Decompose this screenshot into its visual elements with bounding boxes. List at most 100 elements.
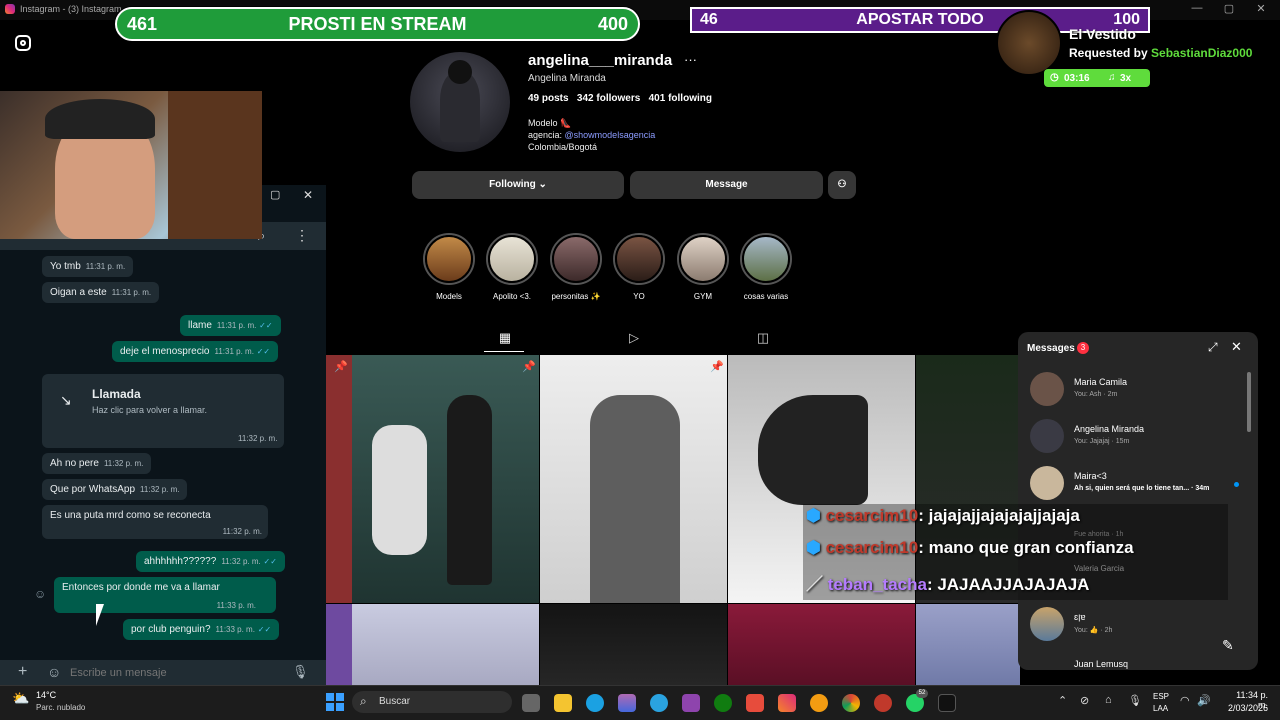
message-input[interactable] xyxy=(70,663,280,682)
copilot-icon[interactable] xyxy=(618,694,636,712)
scrollbar[interactable] xyxy=(1247,372,1251,432)
instagram-icon[interactable] xyxy=(778,694,796,712)
add-icon[interactable]: + xyxy=(18,663,27,681)
message-bubble[interactable]: llame 11:31 p. m. ✓✓ xyxy=(180,315,281,336)
maximize-icon[interactable]: ▢ xyxy=(1220,2,1238,16)
menu-icon[interactable]: ⋮ xyxy=(295,227,309,244)
highlight-gym[interactable] xyxy=(677,233,729,285)
language-1[interactable]: ESP xyxy=(1153,692,1169,701)
new-message-icon[interactable]: ✎ xyxy=(1222,637,1234,654)
system-tray-icon[interactable]: ⊘ xyxy=(1080,694,1089,707)
message-bubble[interactable]: Ah no pere 11:32 p. m. xyxy=(42,453,152,474)
taskbar-search[interactable]: ⌕ Buscar xyxy=(352,691,512,713)
posts-count[interactable]: 49 posts xyxy=(528,93,569,104)
profile-fullname: Angelina Miranda xyxy=(528,73,606,84)
close-icon[interactable]: ✕ xyxy=(1231,339,1242,355)
post-thumbnail[interactable] xyxy=(352,604,539,685)
message-composer: + ☺ 🎙 xyxy=(0,660,326,685)
post-thumbnail[interactable] xyxy=(326,355,352,603)
message-bubble[interactable]: ahhhhhh?????? 11:32 p. m. ✓✓ xyxy=(136,551,285,572)
poll-bar-left: 461 PROSTI EN STREAM 400 xyxy=(115,7,640,41)
message-text: Es una puta mrd como se reconecta xyxy=(50,510,211,521)
volume-icon[interactable]: 🔊 xyxy=(1197,694,1211,707)
followers-count[interactable]: 342 followers xyxy=(577,93,640,104)
highlight-label: personitas ✨ xyxy=(551,292,601,301)
microphone-icon[interactable]: 🎙 xyxy=(292,664,309,680)
message-bubble[interactable]: Que por WhatsApp 11:32 p. m. xyxy=(42,479,188,500)
message-bubble[interactable]: Yo tmb 11:31 p. m. xyxy=(42,256,134,277)
emoji-react-icon[interactable]: ☺ xyxy=(34,587,46,601)
highlight-label: Models xyxy=(436,292,462,301)
double-check-icon: ✓✓ xyxy=(263,557,277,566)
xbox-icon[interactable] xyxy=(714,694,732,712)
missed-call-icon: ↘ xyxy=(60,392,72,408)
task-view-icon[interactable] xyxy=(522,694,540,712)
expand-icon[interactable]: ⤢ xyxy=(1208,340,1218,355)
emoji-icon[interactable]: ☺ xyxy=(47,664,61,680)
following-count[interactable]: 401 following xyxy=(649,93,712,104)
message-time: 11:31 p. m. xyxy=(214,347,254,356)
close-icon[interactable]: ✕ xyxy=(303,188,313,202)
message-time: 11:32 p. m. xyxy=(140,485,180,494)
message-time: 11:33 p. m. xyxy=(216,601,256,610)
edge-icon[interactable] xyxy=(586,694,604,712)
message-bubble[interactable]: Entonces por donde me va a llamar 11:33 p… xyxy=(54,577,276,613)
webcam-door xyxy=(168,91,262,239)
post-thumbnail[interactable] xyxy=(728,604,915,685)
highlight-yo[interactable] xyxy=(613,233,665,285)
chrome-icon[interactable] xyxy=(842,694,860,712)
message-bubble[interactable]: Es una puta mrd como se reconecta 11:32 p… xyxy=(42,505,268,539)
highlight-apolito[interactable] xyxy=(486,233,538,285)
close-icon[interactable]: ✕ xyxy=(1252,2,1270,16)
call-bubble[interactable]: ↘ Llamada Haz clic para volver a llamar.… xyxy=(42,374,284,448)
maximize-icon[interactable]: ▢ xyxy=(270,188,280,201)
grid-tab-icon[interactable]: ▦ xyxy=(497,330,513,346)
post-thumbnail[interactable] xyxy=(540,604,727,685)
post-thumbnail[interactable] xyxy=(326,604,352,685)
highlight-models[interactable] xyxy=(423,233,475,285)
message-text: Que por WhatsApp xyxy=(50,484,136,495)
add-person-icon[interactable]: ⚇ xyxy=(828,171,856,199)
tiktok-icon[interactable] xyxy=(938,694,956,712)
reels-tab-icon[interactable]: ▷ xyxy=(626,330,642,346)
app-icon[interactable] xyxy=(874,694,892,712)
tagged-tab-icon[interactable]: ◫ xyxy=(755,330,771,346)
weather-icon[interactable]: ⛅ xyxy=(12,690,29,707)
app-icon[interactable] xyxy=(810,694,828,712)
minimize-icon[interactable]: — xyxy=(1188,2,1206,16)
profile-avatar[interactable] xyxy=(410,52,510,152)
wifi-icon[interactable]: ◠ xyxy=(1180,694,1190,707)
message-button[interactable]: Message xyxy=(630,171,823,199)
clock-date[interactable]: 2/03/2026 xyxy=(1224,703,1268,713)
post-thumbnail[interactable] xyxy=(352,355,539,603)
telegram-icon[interactable] xyxy=(650,694,668,712)
message-bubble[interactable]: deje el menosprecio 11:31 p. m. ✓✓ xyxy=(112,341,279,362)
file-explorer-icon[interactable] xyxy=(554,694,572,712)
message-bubble[interactable]: por club penguin? 11:33 p. m. ✓✓ xyxy=(123,619,280,640)
chevron-up-icon[interactable]: ⌃ xyxy=(1058,694,1067,707)
microphone-icon[interactable]: 🎙 xyxy=(1128,694,1142,707)
chat-username: cesarcim10 xyxy=(825,506,919,525)
highlight-cosas-varias[interactable] xyxy=(740,233,792,285)
conversation-name: Juan Lemusq xyxy=(1074,659,1129,669)
post-thumbnail[interactable] xyxy=(916,604,1020,685)
app-icon[interactable] xyxy=(746,694,764,712)
highlight-label: cosas varias xyxy=(743,292,789,301)
agency-link[interactable]: @showmodelsagencia xyxy=(565,130,656,140)
webcam-cap xyxy=(45,99,155,139)
chat-text: : JAJAAJJAJAJAJA xyxy=(926,575,1090,594)
network-icon[interactable]: ⌂ xyxy=(1105,694,1112,706)
song-time: 03:16 xyxy=(1064,73,1090,84)
instagram-logo-icon[interactable] xyxy=(15,35,31,51)
app-icon[interactable] xyxy=(682,694,700,712)
highlight-personitas[interactable] xyxy=(550,233,602,285)
post-thumbnail[interactable] xyxy=(540,355,727,603)
pin-icon: 📌 xyxy=(522,361,536,373)
start-icon[interactable] xyxy=(326,693,344,711)
unread-dot xyxy=(1234,482,1239,487)
more-options-icon[interactable]: ··· xyxy=(684,52,697,67)
message-bubble[interactable]: Oigan a este 11:31 p. m. xyxy=(42,282,160,303)
following-button[interactable]: Following ⌄ xyxy=(412,171,624,199)
search-icon: ⌕ xyxy=(360,694,367,708)
language-2[interactable]: LAA xyxy=(1153,704,1168,713)
